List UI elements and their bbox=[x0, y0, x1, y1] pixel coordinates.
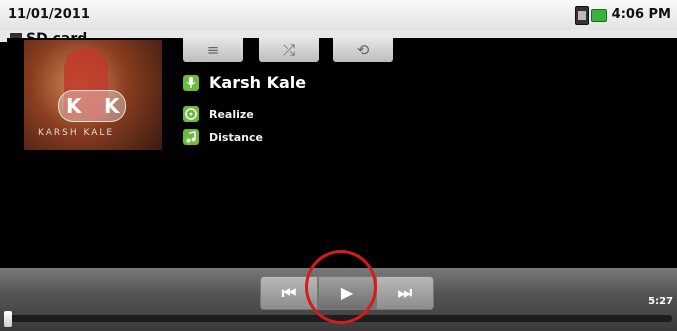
artist-row: Karsh Kale bbox=[183, 73, 306, 92]
song-name: Distance bbox=[209, 130, 263, 144]
play-icon: ▶ bbox=[340, 283, 354, 302]
status-bar: 11/01/2011 4:06 PM bbox=[0, 0, 677, 30]
album-art-letter: K bbox=[66, 94, 82, 118]
repeat-icon: ⟲ bbox=[356, 41, 370, 59]
song-row: Distance bbox=[183, 129, 263, 145]
transport-bar: ⏮ ▶ ⏭ 5:27 bbox=[0, 268, 677, 331]
shuffle-icon: ⤮ bbox=[282, 41, 295, 59]
album-art-letter: K bbox=[104, 94, 120, 118]
album-row: Realize bbox=[183, 106, 254, 122]
microphone-icon bbox=[183, 74, 199, 91]
artist-name: Karsh Kale bbox=[209, 73, 307, 92]
battery-icon bbox=[591, 9, 607, 22]
status-date: 11/01/2011 bbox=[8, 7, 90, 22]
progress-track[interactable] bbox=[8, 315, 672, 322]
progress-thumb[interactable] bbox=[4, 311, 12, 327]
music-note-icon bbox=[183, 129, 199, 145]
status-time: 4:06 PM bbox=[611, 7, 671, 22]
play-button[interactable]: ▶ bbox=[318, 276, 376, 310]
next-button[interactable]: ⏭ bbox=[376, 276, 434, 310]
album-icon bbox=[183, 106, 199, 122]
sd-card-icon bbox=[575, 6, 589, 25]
list-icon: ≡ bbox=[206, 41, 220, 59]
album-name: Realize bbox=[209, 107, 254, 121]
track-duration: 5:27 bbox=[648, 296, 673, 307]
next-icon: ⏭ bbox=[397, 283, 413, 302]
album-art-caption: KARSH KALE bbox=[38, 128, 115, 138]
previous-icon: ⏮ bbox=[281, 283, 297, 302]
previous-button[interactable]: ⏮ bbox=[260, 276, 318, 310]
repeat-button[interactable]: ⟲ bbox=[333, 38, 393, 62]
playlist-button[interactable]: ≡ bbox=[183, 38, 243, 62]
shuffle-button[interactable]: ⤮ bbox=[259, 38, 319, 62]
album-art: K K KARSH KALE bbox=[24, 40, 162, 150]
